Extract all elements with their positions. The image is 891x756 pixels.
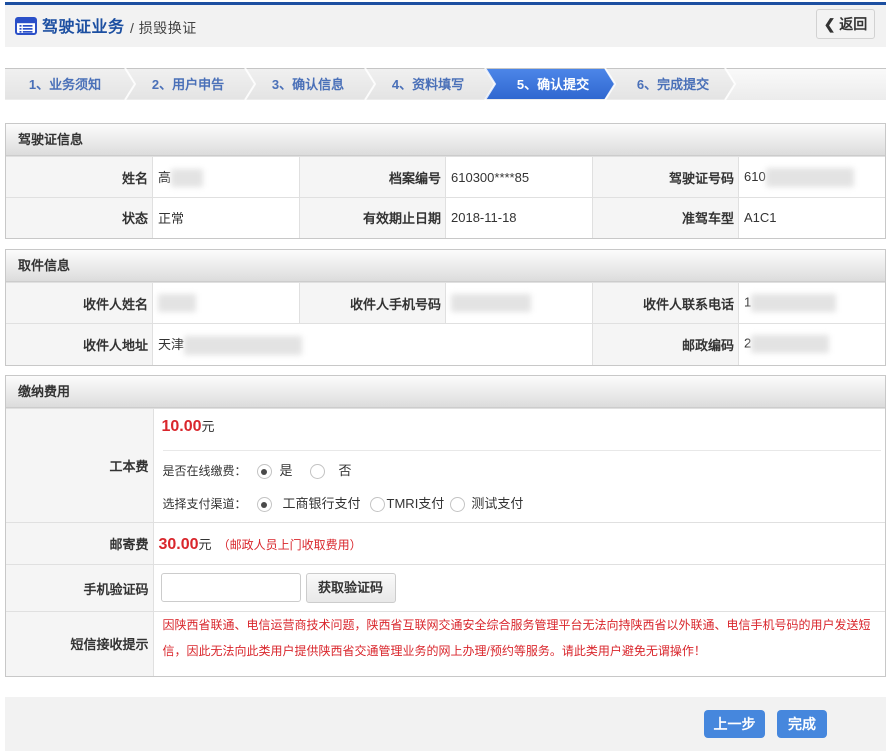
svg-text:4、资料填写: 4、资料填写 xyxy=(392,77,464,92)
svg-text:3、确认信息: 3、确认信息 xyxy=(272,77,344,92)
svg-text:6、完成提交: 6、完成提交 xyxy=(637,77,709,92)
svg-text:1、业务须知: 1、业务须知 xyxy=(29,77,101,92)
svg-text:5、确认提交: 5、确认提交 xyxy=(517,77,589,92)
svg-text:2、用户申告: 2、用户申告 xyxy=(152,77,224,92)
